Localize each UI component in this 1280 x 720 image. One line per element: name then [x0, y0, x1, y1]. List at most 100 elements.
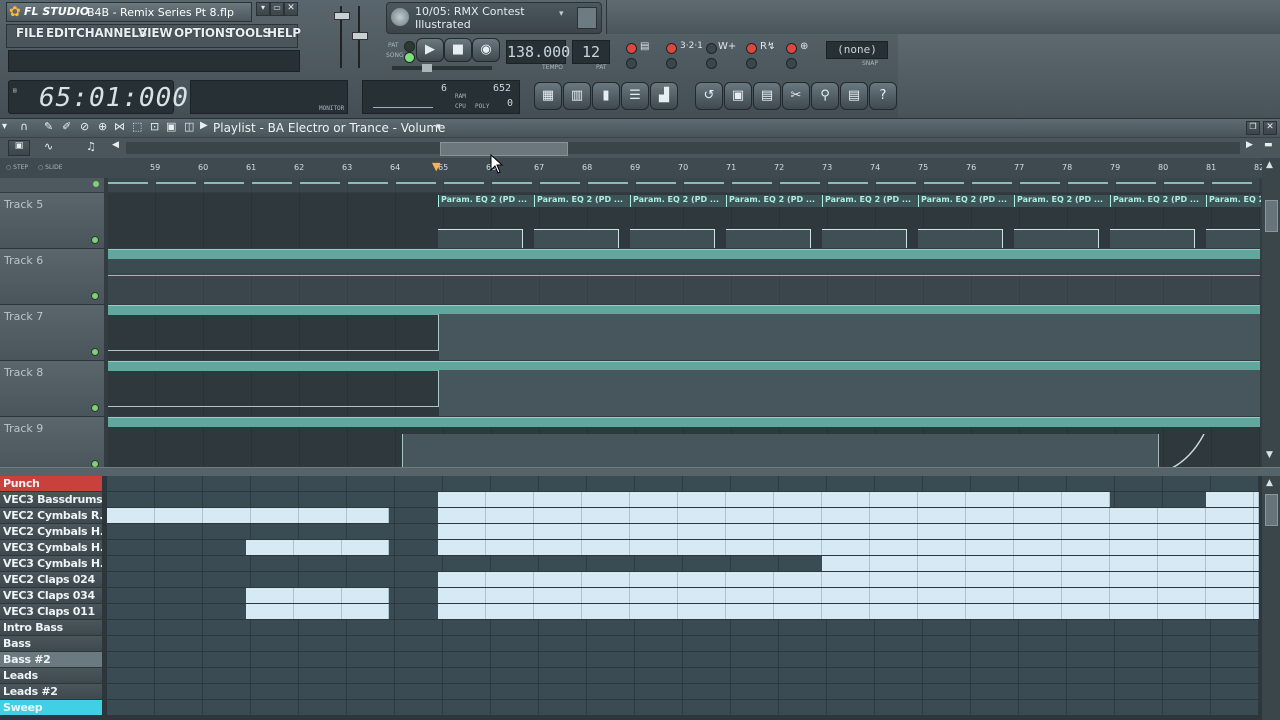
step-on[interactable]	[1110, 508, 1158, 523]
param-eq-clip[interactable]: Param. EQ 2 (PD ...	[630, 195, 727, 207]
step-on[interactable]	[918, 540, 966, 555]
step-on[interactable]	[438, 572, 486, 587]
tempo-display[interactable]: 138.000	[506, 40, 570, 64]
channel-name-button[interactable]: VEC3 Cymbals H...	[0, 540, 102, 555]
step-on[interactable]	[822, 556, 870, 571]
step-on[interactable]	[822, 492, 870, 507]
channel-name-button[interactable]: Bass #2	[0, 652, 102, 667]
channel-name-button[interactable]: VEC3 Claps 011	[0, 604, 102, 619]
slice-icon[interactable]: ⋈	[114, 120, 125, 133]
close-icon[interactable]: ✕	[284, 2, 298, 16]
step-on[interactable]	[534, 572, 582, 587]
save-icon[interactable]: ▣	[724, 82, 752, 110]
step-on[interactable]	[918, 524, 966, 539]
step-on[interactable]	[1014, 604, 1062, 619]
track-6-clip[interactable]	[108, 249, 1260, 259]
volume-knob[interactable]	[334, 12, 350, 20]
channel-step-grid[interactable]	[107, 492, 1259, 507]
channel-step-grid[interactable]	[107, 636, 1259, 651]
playlist-menu-icon[interactable]: ▾	[2, 121, 7, 132]
step-on[interactable]	[870, 508, 918, 523]
undo-icon[interactable]: ↺	[695, 82, 723, 110]
step-edit-icon[interactable]: W+	[718, 41, 736, 52]
step-on[interactable]	[1110, 572, 1158, 587]
step-on[interactable]	[1158, 572, 1206, 587]
channel-step-grid[interactable]	[107, 508, 1259, 523]
menu-options[interactable]: OPTIONS	[174, 26, 233, 44]
record-button[interactable]: ◉	[472, 38, 500, 62]
pat-mode-led[interactable]	[404, 41, 415, 52]
step-on[interactable]	[251, 508, 299, 523]
overview-icon[interactable]: ▬	[1264, 140, 1273, 150]
step-on[interactable]	[582, 588, 630, 603]
step-on[interactable]	[294, 540, 342, 555]
step-on[interactable]	[1062, 572, 1110, 587]
loop-record-led[interactable]	[786, 43, 797, 54]
minimize-icon[interactable]: ▭	[270, 2, 284, 16]
chevron-down-icon[interactable]: ▾	[559, 9, 564, 19]
step-on[interactable]	[486, 524, 534, 539]
step-on[interactable]	[630, 540, 678, 555]
step-on[interactable]	[1014, 540, 1062, 555]
step-on[interactable]	[1014, 524, 1062, 539]
step-on[interactable]	[966, 540, 1014, 555]
step-on[interactable]	[726, 604, 774, 619]
snap-select[interactable]: (none)	[826, 41, 888, 59]
channel-step-grid[interactable]	[107, 620, 1259, 635]
param-eq-clip[interactable]: Param. EQ 2 (PD ...	[438, 195, 535, 207]
step-on[interactable]	[1206, 572, 1254, 587]
step-on[interactable]	[678, 604, 726, 619]
mixer-icon[interactable]: ▟	[650, 82, 678, 110]
step-on[interactable]	[966, 492, 1014, 507]
step-on[interactable]	[534, 540, 582, 555]
channel-vertical-scrollbar[interactable]: ▲	[1262, 476, 1280, 720]
step-on[interactable]	[1062, 540, 1110, 555]
step-on[interactable]	[582, 508, 630, 523]
step-on[interactable]	[342, 540, 389, 555]
step-on[interactable]	[774, 588, 822, 603]
step-on[interactable]	[1254, 492, 1259, 507]
song-position-marker-icon[interactable]: ▼	[432, 160, 440, 173]
channel-name-button[interactable]: Leads #2	[0, 684, 102, 699]
step-on[interactable]	[1062, 556, 1110, 571]
step-on[interactable]	[870, 572, 918, 587]
step-on[interactable]	[678, 540, 726, 555]
channel-name-button[interactable]: VEC2 Cymbals H...	[0, 524, 102, 539]
step-on[interactable]	[678, 572, 726, 587]
pattern-display[interactable]: 12	[572, 40, 610, 64]
param-eq-clip[interactable]: Param. EQ 2 (PD ...	[918, 195, 1015, 207]
channel-name-button[interactable]: VEC3 Claps 034	[0, 588, 102, 603]
channel-step-grid[interactable]	[107, 652, 1259, 667]
step-on[interactable]	[726, 540, 774, 555]
step-on[interactable]	[582, 572, 630, 587]
step-on[interactable]	[1158, 508, 1206, 523]
song-position-slider[interactable]	[392, 64, 492, 72]
step-on[interactable]	[534, 604, 582, 619]
param-eq-clip[interactable]: Param. EQ 2 (PD ...	[822, 195, 919, 207]
pattern-clip-icon[interactable]: ▣	[8, 140, 30, 156]
channel-step-grid[interactable]	[107, 700, 1259, 715]
maximize-icon[interactable]: ❐	[1246, 121, 1260, 135]
step-on[interactable]	[1014, 556, 1062, 571]
countdown-icon[interactable]: 3·2·1	[680, 41, 703, 51]
step-on[interactable]	[294, 588, 342, 603]
channel-step-grid[interactable]	[107, 524, 1259, 539]
channel-step-grid[interactable]	[107, 588, 1259, 603]
step-on[interactable]	[822, 572, 870, 587]
option-led-5[interactable]	[746, 58, 757, 69]
step-on[interactable]	[870, 556, 918, 571]
step-on[interactable]	[1062, 524, 1110, 539]
step-on[interactable]	[966, 556, 1014, 571]
horizontal-scroll-thumb[interactable]	[440, 142, 568, 156]
step-on[interactable]	[1206, 604, 1254, 619]
countdown-led[interactable]	[666, 43, 677, 54]
step-on[interactable]	[1158, 524, 1206, 539]
channel-scroll-up-icon[interactable]: ▲	[1266, 478, 1273, 488]
step-on[interactable]	[1062, 588, 1110, 603]
playlist-close-icon[interactable]: ✕	[1263, 121, 1277, 135]
track-7-header[interactable]: Track 7	[0, 305, 104, 361]
step-on[interactable]	[1254, 604, 1259, 619]
mute-icon[interactable]: ⊘	[80, 120, 89, 133]
step-on[interactable]	[774, 524, 822, 539]
pane-splitter[interactable]	[0, 467, 1280, 476]
